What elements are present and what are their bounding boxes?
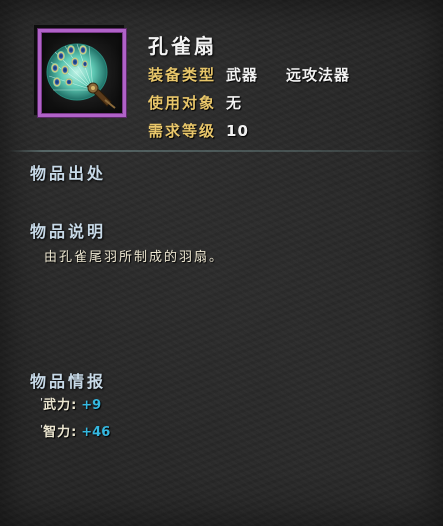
section-title-source: 物品出处	[30, 164, 107, 183]
peacock-fan-icon	[38, 29, 126, 117]
stat-row-intellect: '智力: +46	[40, 423, 110, 443]
attr-key-equip-type: 装备类型	[148, 66, 217, 84]
attr-key-user: 使用对象	[148, 94, 217, 112]
attr-row-user: 使用对象无	[148, 92, 242, 114]
attr-val-equip-type: 武器	[226, 66, 259, 84]
item-description: 由孔雀尾羽所制成的羽扇。	[44, 250, 225, 265]
attr-key-required-level: 需求等级	[148, 122, 217, 140]
header-divider	[8, 150, 438, 152]
stat-val-force: +9	[81, 398, 102, 413]
attr-val-weapon-subtype: 远攻法器	[286, 66, 351, 84]
attr-row-equip-type: 装备类型 武器 远攻法器	[148, 64, 350, 86]
item-tooltip-panel: 孔雀扇 装备类型 武器 远攻法器 使用对象无 需求等级 10 物品出处 物品说明 由孔…	[0, 0, 443, 526]
item-icon-frame[interactable]	[33, 24, 126, 117]
section-title-description: 物品说明	[30, 222, 107, 241]
stat-key-intellect: 智力:	[43, 425, 78, 440]
section-title-info: 物品情报	[30, 372, 107, 391]
stat-key-force: 武力:	[43, 398, 78, 413]
item-name: 孔雀扇	[148, 34, 217, 58]
stat-row-force: '武力: +9	[40, 396, 101, 416]
attr-val-required-level: 10	[226, 122, 249, 140]
stat-val-intellect: +46	[81, 425, 111, 440]
attr-row-required-level: 需求等级 10	[148, 120, 249, 142]
attr-val-user: 无	[226, 94, 243, 112]
